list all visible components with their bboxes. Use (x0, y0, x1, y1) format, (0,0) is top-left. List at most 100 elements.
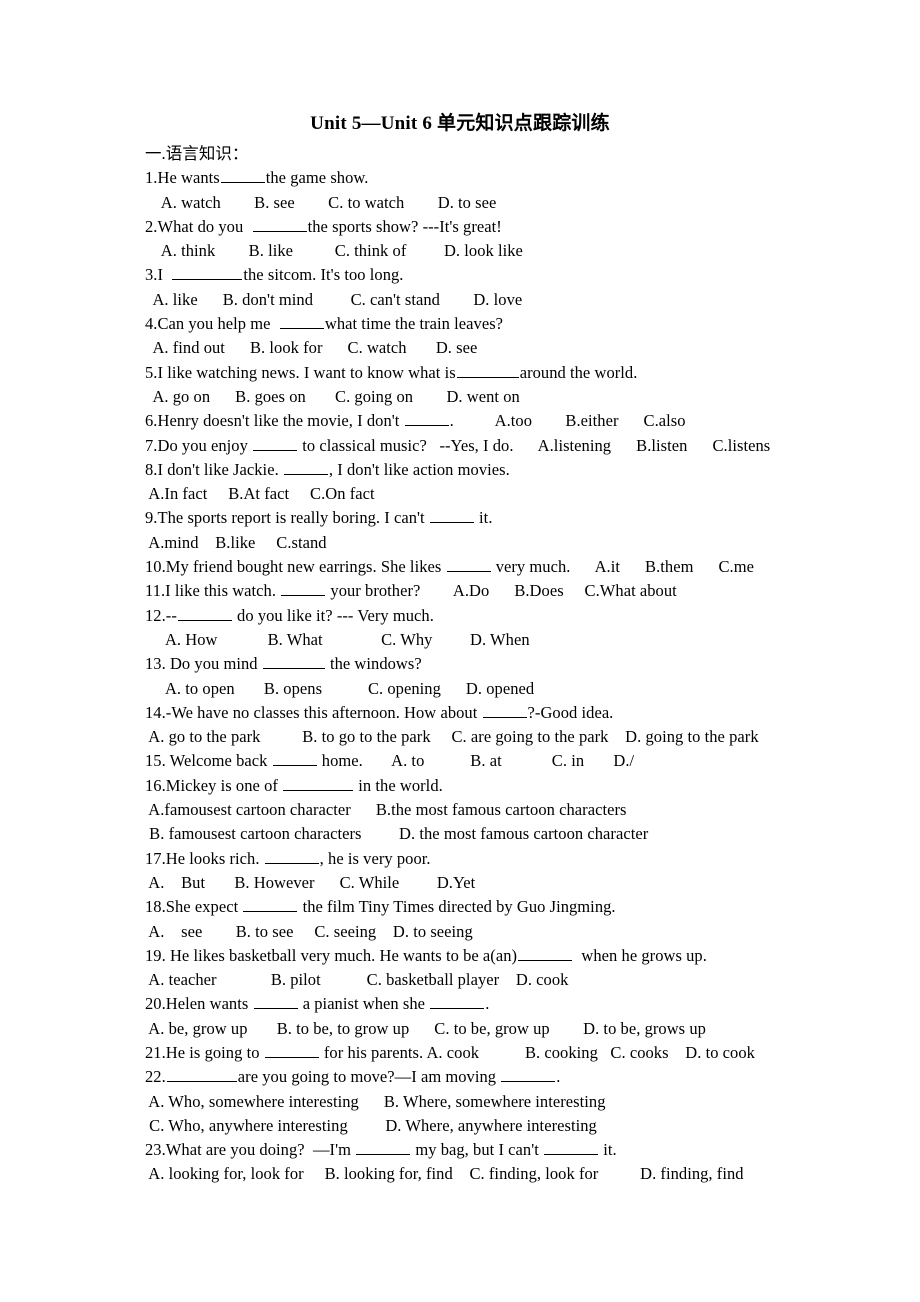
question-options: A. How B. What C. Why D. When (145, 629, 530, 649)
question-options: A. go on B. goes on C. going on D. went … (145, 386, 520, 406)
answer-blank (501, 1066, 556, 1083)
stem-text: the windows? (325, 654, 422, 674)
stem-text: 13. Do you mind (145, 654, 262, 674)
question-stem: 12.-- do you like it? --- Very much. (145, 604, 905, 628)
question-stem: 22. are you going to move?—I am moving . (145, 1065, 905, 1089)
stem-text: 5.I like watching news. I want to know w… (145, 362, 456, 382)
section-heading: 一.语言知识： (145, 144, 249, 163)
question-stem: 15. Welcome back home. A. to B. at C. in… (145, 749, 905, 773)
stem-text: to classical music? --Yes, I do. A.liste… (298, 435, 771, 455)
stem-text: 18.She expect (145, 897, 243, 917)
stem-text: a pianist when she (298, 994, 430, 1014)
question-options: B. famousest cartoon characters D. the m… (145, 824, 649, 844)
stem-text: 23.What are you doing? —I'm (145, 1140, 356, 1160)
stem-text: it. (599, 1140, 617, 1160)
question-options: A. go to the park B. to go to the park C… (145, 727, 759, 747)
stem-text: 6.Henry doesn't like the movie, I don't (145, 411, 404, 431)
stem-text: 14.-We have no classes this afternoon. H… (145, 702, 482, 722)
question-options: A. be, grow up B. to be, to grow up C. t… (145, 1018, 706, 1038)
question-stem: 5.I like watching news. I want to know w… (145, 361, 905, 385)
question-stem: 23.What are you doing? —I'm my bag, but … (145, 1138, 905, 1162)
question-options: A.In fact B.At fact C.On fact (145, 484, 375, 504)
stem-text: do you like it? --- Very much. (232, 605, 434, 625)
question-stem: 17.He looks rich. , he is very poor. (145, 847, 905, 871)
stem-text: . A.too B.either C.also (449, 411, 686, 431)
stem-text: 11.I like this watch. (145, 581, 281, 601)
question-stem: 19. He likes basketball very much. He wa… (145, 944, 905, 968)
answer-blank (283, 775, 354, 791)
answer-blank (482, 702, 527, 718)
question-options: A. find out B. look for C. watch D. see (145, 338, 478, 358)
question-options: A.famousest cartoon character B.the most… (145, 800, 627, 820)
question-stem: 18.She expect the film Tiny Times direct… (145, 895, 905, 919)
answer-blank (177, 604, 232, 621)
stem-text: . (556, 1067, 561, 1087)
stem-text: for his parents. A. cook B. cooking C. c… (319, 1042, 755, 1062)
stem-text: the sitcom. It's too long. (243, 265, 404, 285)
question-stem: 6.Henry doesn't like the movie, I don't … (145, 409, 905, 433)
answer-blank (281, 580, 326, 597)
question-stem: 7.Do you enjoy to classical music? --Yes… (145, 434, 905, 458)
stem-text: it. (474, 508, 493, 528)
answer-blank (264, 847, 319, 864)
stem-text: . (485, 994, 490, 1014)
question-stem: 1.He wants the game show. (145, 166, 905, 190)
stem-text: , he is very poor. (319, 848, 431, 868)
stem-text: in the world. (354, 775, 443, 795)
question-options: A.mind B.like C.stand (145, 532, 327, 552)
stem-text: 8.I don't like Jackie. (145, 459, 283, 479)
answer-blank (220, 167, 265, 184)
question-stem: 16.Mickey is one of in the world. (145, 774, 905, 798)
question-options: A. see B. to see C. seeing D. to seeing (145, 921, 473, 941)
question-stem: 20.Helen wants a pianist when she . (145, 992, 905, 1016)
stem-text: the game show. (265, 168, 369, 188)
stem-text: when he grows up. (573, 945, 707, 965)
answer-blank (166, 1066, 237, 1083)
question-options: C. Who, anywhere interesting D. Where, a… (145, 1115, 597, 1135)
stem-text: 4.Can you help me (145, 314, 279, 334)
answer-blank (430, 993, 485, 1010)
stem-text: 15. Welcome back (145, 751, 272, 771)
stem-text: 3.I (145, 265, 172, 285)
stem-text: your brother? A.Do B.Does C.What about (326, 581, 677, 601)
question-options: A. But B. However C. While D.Yet (145, 872, 476, 892)
question-stem: 14.-We have no classes this afternoon. H… (145, 701, 905, 725)
answer-blank (253, 993, 298, 1010)
stem-text: 10.My friend bought new earrings. She li… (145, 557, 446, 577)
stem-text: ?-Good idea. (527, 702, 614, 722)
stem-text: 16.Mickey is one of (145, 775, 283, 795)
answer-blank (283, 459, 328, 475)
question-stem: 2.What do you the sports show? ---It's g… (145, 215, 905, 239)
stem-text: 17.He looks rich. (145, 848, 264, 868)
answer-blank (272, 750, 317, 767)
stem-text: 2.What do you (145, 216, 252, 236)
question-stem: 13. Do you mind the windows? (145, 652, 905, 676)
question-options: A. like B. don't mind C. can't stand D. … (145, 289, 523, 309)
question-stem: 8.I don't like Jackie. , I don't like ac… (145, 458, 905, 482)
answer-blank (404, 410, 449, 427)
question-options: A. watch B. see C. to watch D. to see (145, 192, 497, 212)
stem-text: what time the train leaves? (324, 314, 504, 334)
stem-text: very much. A.it B.them C.me (491, 557, 754, 577)
question-stem: 4.Can you help me what time the train le… (145, 312, 905, 336)
stem-text: 12.-- (145, 605, 177, 625)
question-stem: 10.My friend bought new earrings. She li… (145, 555, 905, 579)
answer-blank (264, 1042, 319, 1058)
stem-text: are you going to move?—I am moving (237, 1067, 501, 1087)
answer-blank (456, 362, 519, 378)
page-title: Unit 5—Unit 6 单元知识点跟踪训练 (310, 113, 610, 134)
question-stem: 11.I like this watch. your brother? A.Do… (145, 579, 905, 603)
stem-text: 22. (145, 1067, 166, 1087)
answer-blank (429, 507, 474, 524)
document-body: 一.语言知识： 1.He wants the game show. A. watc… (145, 142, 905, 1187)
stem-text: the film Tiny Times directed by Guo Jing… (298, 897, 616, 917)
question-options: A. think B. like C. think of D. look lik… (145, 241, 523, 261)
question-stem: 3.I the sitcom. It's too long. (145, 263, 905, 287)
answer-blank (446, 556, 491, 573)
answer-blank (279, 313, 324, 330)
stem-text: the sports show? ---It's great! (307, 216, 502, 236)
stem-text: 1.He wants (145, 168, 220, 188)
question-options: A. teacher B. pilot C. basketball player… (145, 970, 569, 990)
answer-blank (252, 216, 307, 232)
stem-text: 21.He is going to (145, 1042, 264, 1062)
